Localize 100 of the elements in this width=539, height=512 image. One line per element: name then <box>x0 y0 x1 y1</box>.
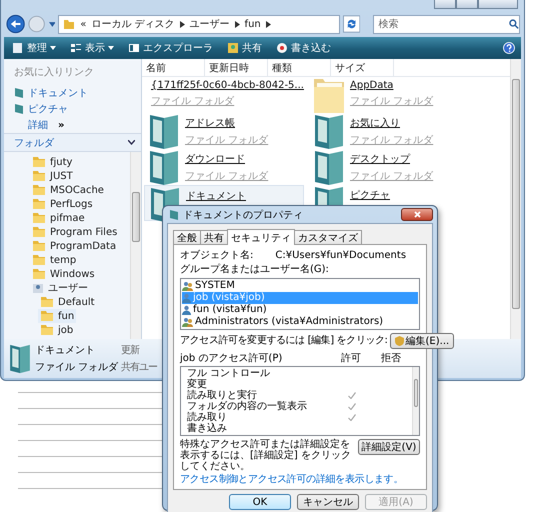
users-icon <box>182 281 193 291</box>
close-button[interactable] <box>401 208 433 221</box>
help-icon[interactable] <box>503 42 515 54</box>
toolbar-icon <box>128 42 140 54</box>
more-link[interactable]: 詳細 » <box>28 117 64 133</box>
folder-item[interactable]: AppData ファイル フォルダ <box>309 77 469 113</box>
tree-item[interactable]: Default <box>38 295 97 309</box>
caret-icon <box>50 46 56 50</box>
dialog-title: ドキュメントのプロパティ <box>183 208 303 222</box>
search-field[interactable]: 検索 <box>373 14 520 34</box>
folder-item[interactable]: {171ff25f-0c60-4bcb-8042-5... ファイル フォルダ <box>144 77 304 113</box>
toolbar-icon <box>70 42 82 54</box>
scrollbar[interactable] <box>130 152 141 339</box>
user-icon <box>182 293 191 303</box>
toolbar-button[interactable]: 書き込む <box>274 38 333 58</box>
breadcrumb-item[interactable]: ローカル ディスク <box>91 17 175 31</box>
user-list-item[interactable]: Administrators (vista¥Administrators) <box>182 316 418 328</box>
tab[interactable]: 全般 <box>173 230 201 244</box>
tree-item[interactable]: ユーザー <box>30 281 90 295</box>
tree-item[interactable]: temp <box>30 253 78 267</box>
column-header: 拒否 <box>380 353 402 365</box>
favorite-link[interactable]: ドキュメント <box>14 85 88 101</box>
shield-icon <box>394 336 404 346</box>
details-field: 更新 <box>121 343 158 357</box>
hint-text: アクセス許可を変更するには [編集] をクリック: <box>180 335 388 347</box>
tree-item[interactable]: Program Files <box>30 225 120 239</box>
user-list-item[interactable]: fun (vista¥fun) <box>182 304 418 316</box>
forward-icon <box>28 15 46 33</box>
permission-name: 書き込み <box>187 423 228 434</box>
tree-item[interactable]: Windows <box>30 267 97 281</box>
dialog-button[interactable]: OK <box>229 494 291 510</box>
toolbar-icon <box>227 42 239 54</box>
folder-item[interactable]: デスクトップ ファイル フォルダ <box>309 149 469 185</box>
caret-icon <box>108 46 114 50</box>
users-icon <box>182 317 193 327</box>
library-folder-icon <box>8 344 32 374</box>
tree-item[interactable]: JUST <box>30 169 75 183</box>
tree-item[interactable]: ProgramData <box>30 239 118 253</box>
tree-item[interactable]: PerfLogs <box>30 197 95 211</box>
column-header[interactable]: 名前 <box>142 59 205 76</box>
tree-item[interactable]: fun <box>38 309 76 323</box>
tab[interactable]: カスタマイズ <box>294 230 362 244</box>
column-header[interactable]: 更新日時 <box>205 59 268 76</box>
tree-item[interactable]: MSOCache <box>30 183 106 197</box>
tree-item[interactable]: pifmae <box>30 211 87 225</box>
edit-button[interactable]: 編集(E)... <box>390 333 454 349</box>
user-list-item[interactable]: SYSTEM <box>182 280 418 292</box>
dialog-button[interactable]: キャンセル <box>297 494 359 510</box>
favorite-link[interactable]: ピクチャ <box>14 101 68 117</box>
column-header[interactable]: 種類 <box>268 59 331 76</box>
back-icon <box>6 14 26 34</box>
column-header: 許可 <box>340 353 362 365</box>
user-icon <box>182 305 191 315</box>
library-folder-icon <box>147 150 181 186</box>
tree-item[interactable]: job <box>38 323 76 337</box>
object-path: C:¥Users¥fun¥Documents <box>275 250 406 262</box>
tab[interactable]: 共有 <box>200 230 228 244</box>
minimize-button[interactable] <box>434 0 456 9</box>
breadcrumb-overflow[interactable]: « <box>80 18 86 30</box>
field-label: オブジェクト名: <box>180 250 254 262</box>
section-title: お気に入りリンク <box>14 66 95 79</box>
library-folder-icon <box>312 114 346 150</box>
advanced-button[interactable]: 詳細設定(V) <box>358 439 420 455</box>
toolbar-icon <box>276 42 288 54</box>
permission-name: フル コントロール <box>187 368 272 379</box>
permission-name: 読み取り <box>187 412 228 423</box>
folder-item[interactable]: ダウンロード ファイル フォルダ <box>144 149 304 185</box>
folder-item[interactable]: お気に入り ファイル フォルダ <box>309 113 469 149</box>
close-icon <box>414 211 420 218</box>
column-header[interactable]: サイズ <box>331 59 394 76</box>
breadcrumb-item[interactable]: fun <box>244 18 261 30</box>
chevron-right-icon <box>234 20 240 28</box>
dropdown-icon <box>48 22 56 26</box>
permission-name: 読み取りと実行 <box>187 390 257 401</box>
help-link[interactable]: アクセス制御とアクセス許可の詳細を表示します。 <box>180 474 404 486</box>
maximize-button[interactable] <box>456 0 478 9</box>
chevrons-icon: » <box>58 120 64 130</box>
toolbar-button[interactable]: 整理 <box>10 38 58 58</box>
toolbar-icon <box>12 42 24 54</box>
section-title: フォルダ <box>14 136 54 150</box>
scrollbar[interactable] <box>412 367 419 435</box>
tree-item[interactable]: fjuty <box>30 155 74 169</box>
library-folder-icon <box>147 114 181 150</box>
details-type: ファイル フォルダ <box>35 361 118 374</box>
tab[interactable]: セキュリティ <box>227 229 295 245</box>
toolbar-button[interactable]: 表示 <box>68 38 116 58</box>
folders-header[interactable]: フォルダ <box>4 133 141 152</box>
details-field: 共有ユー <box>121 360 158 374</box>
breadcrumb-item[interactable]: ユーザー <box>190 17 230 31</box>
toolbar-button[interactable]: エクスプローラ <box>126 38 215 58</box>
chevron-right-icon <box>180 20 185 28</box>
chevron-down-icon <box>128 140 135 145</box>
field-label: job のアクセス許可(P) <box>180 353 284 365</box>
field-label: グループ名またはユーザー名(G): <box>180 264 330 276</box>
hint-text: 特殊なアクセス許可または詳細設定を表示するには、[詳細設定] をクリックしてください。 <box>180 439 352 472</box>
folder-item[interactable]: アドレス帳 ファイル フォルダ <box>144 113 304 149</box>
refresh-icon <box>343 15 360 33</box>
toolbar-button[interactable]: 共有 <box>225 38 264 58</box>
scrollbar[interactable] <box>510 59 521 339</box>
address-bar[interactable]: « ローカル ディスク ユーザー fun <box>58 14 340 34</box>
